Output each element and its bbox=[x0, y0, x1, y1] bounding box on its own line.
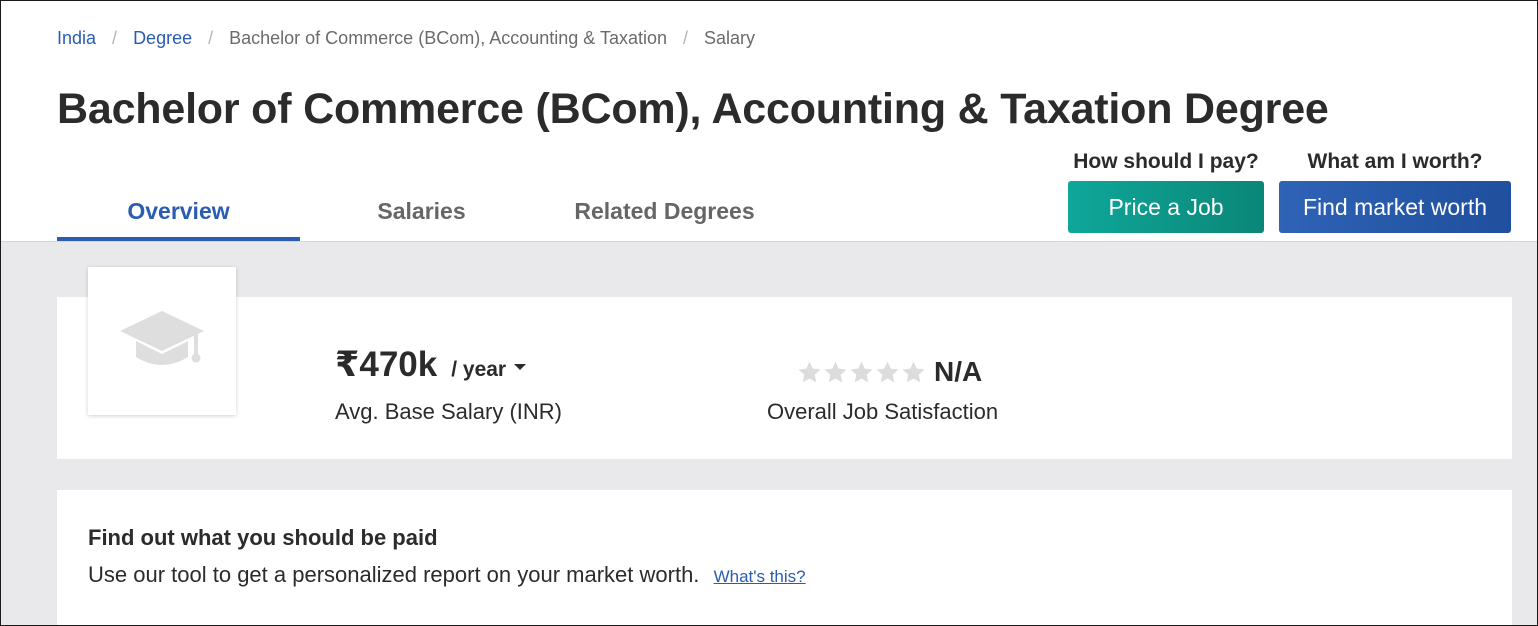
breadcrumb-separator: / bbox=[683, 27, 689, 48]
breadcrumb-degree-name: Bachelor of Commerce (BCom), Accounting … bbox=[229, 27, 667, 48]
tab-bar: Overview Salaries Related Degrees bbox=[57, 187, 786, 241]
breadcrumb: India / Degree / Bachelor of Commerce (B… bbox=[57, 27, 755, 49]
rating-stars bbox=[797, 360, 927, 385]
salary-block: ₹470k / year Avg. Base Salary (INR) bbox=[335, 345, 562, 425]
tool-description-row: Use our tool to get a personalized repor… bbox=[88, 562, 806, 588]
satisfaction-label: Overall Job Satisfaction bbox=[767, 399, 999, 424]
tool-description: Use our tool to get a personalized repor… bbox=[88, 562, 700, 587]
tab-salaries[interactable]: Salaries bbox=[300, 187, 543, 241]
tool-title: Find out what you should be paid bbox=[88, 525, 438, 550]
star-icon bbox=[850, 361, 873, 382]
salary-period-dropdown[interactable]: / year bbox=[451, 358, 527, 382]
tab-overview[interactable]: Overview bbox=[57, 187, 300, 241]
graduation-cap-icon bbox=[120, 311, 204, 365]
rating-value: N/A bbox=[934, 356, 983, 387]
star-icon bbox=[798, 361, 821, 382]
pay-caption: How should I pay? bbox=[1073, 150, 1259, 173]
star-icon bbox=[824, 361, 847, 382]
breadcrumb-separator: / bbox=[208, 27, 214, 48]
find-market-worth-button[interactable]: Find market worth bbox=[1279, 181, 1511, 233]
market-worth-group: What am I worth? Find market worth bbox=[1279, 149, 1511, 233]
page-title: Bachelor of Commerce (BCom), Accounting … bbox=[57, 85, 1329, 133]
salary-label: Avg. Base Salary (INR) bbox=[335, 399, 563, 424]
page-frame: India / Degree / Bachelor of Commerce (B… bbox=[0, 0, 1538, 626]
whats-this-link[interactable]: What's this? bbox=[714, 567, 806, 586]
price-job-group: How should I pay? Price a Job bbox=[1068, 149, 1264, 233]
degree-logo bbox=[88, 267, 236, 415]
job-satisfaction-block: N/A Overall Job Satisfaction bbox=[767, 353, 998, 425]
breadcrumb-separator: / bbox=[112, 27, 118, 48]
price-a-job-button[interactable]: Price a Job bbox=[1068, 181, 1264, 233]
breadcrumb-india[interactable]: India bbox=[57, 28, 96, 49]
caret-down-icon bbox=[514, 364, 527, 371]
salary-period-label: / year bbox=[451, 358, 507, 381]
breadcrumb-degree[interactable]: Degree bbox=[133, 28, 192, 49]
worth-caption: What am I worth? bbox=[1307, 150, 1483, 173]
salary-amount: ₹470k bbox=[335, 345, 438, 384]
market-worth-tool-card bbox=[57, 490, 1512, 625]
breadcrumb-salary: Salary bbox=[704, 27, 756, 48]
tab-related-degrees[interactable]: Related Degrees bbox=[543, 187, 786, 241]
star-icon bbox=[902, 361, 925, 382]
star-icon bbox=[876, 361, 899, 382]
page-header: India / Degree / Bachelor of Commerce (B… bbox=[1, 1, 1537, 242]
